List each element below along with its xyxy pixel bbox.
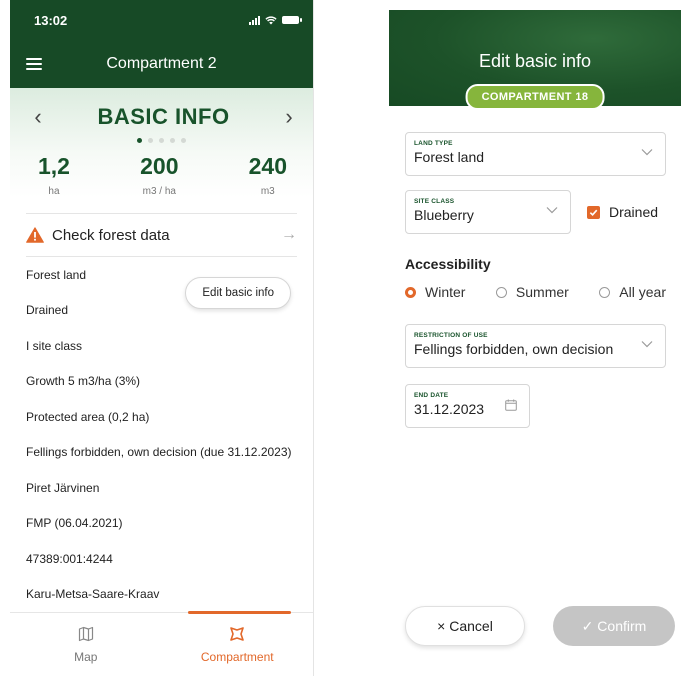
stat-value: 240 xyxy=(248,153,287,179)
warning-icon xyxy=(26,227,44,243)
map-icon xyxy=(78,626,93,641)
check-forest-data-label: Check forest data xyxy=(52,226,170,244)
land-type-select[interactable]: LAND TYPE Forest land xyxy=(405,132,666,176)
chevron-down-icon xyxy=(641,149,653,156)
end-date-field[interactable]: END DATE 31.12.2023 xyxy=(405,384,530,428)
tab-map[interactable]: Map xyxy=(10,613,162,676)
stats-row: 1,2 ha 200 m3 / ha 240 m3 xyxy=(10,153,313,197)
page-dot xyxy=(170,138,175,143)
radio-summer-label: Summer xyxy=(515,284,569,300)
end-date-label: END DATE xyxy=(414,392,449,399)
tab-map-label: Map xyxy=(74,649,98,664)
detail-item: 47389:001:4244 xyxy=(26,551,113,566)
restriction-of-use-select[interactable]: RESTRICTION OF USE Fellings forbidden, o… xyxy=(405,324,666,368)
basic-info-card: ‹ BASIC INFO › 1,2 ha 200 m3 / ha 240 m3 xyxy=(10,88,313,197)
cancel-button[interactable]: × Cancel xyxy=(405,606,525,646)
stat-volume: 240 m3 xyxy=(249,153,287,197)
drained-label: Drained xyxy=(609,204,659,220)
battery-icon xyxy=(282,16,302,24)
end-date-value: 31.12.2023 xyxy=(414,401,485,417)
page-dot xyxy=(181,138,186,143)
calendar-icon[interactable] xyxy=(505,399,517,411)
stat-value: 1,2 xyxy=(38,153,70,179)
detail-item: FMP (06.04.2021) xyxy=(26,516,123,531)
edit-form: LAND TYPE Forest land SITE CLASS Blueber… xyxy=(389,106,681,428)
radio-all-year-label: All year xyxy=(619,284,666,300)
arrow-right-icon: → xyxy=(281,226,297,243)
modal-header: Edit basic info COMPARTMENT 18 xyxy=(389,10,681,110)
wifi-icon xyxy=(265,15,277,24)
chevron-down-icon xyxy=(546,207,558,214)
stat-area: 1,2 ha xyxy=(38,153,70,197)
stat-unit: m3 xyxy=(260,186,275,197)
stat-unit: m3 / ha xyxy=(142,186,176,197)
stat-volume-per-ha: 200 m3 / ha xyxy=(140,153,178,197)
radio-unselected-icon xyxy=(599,286,611,298)
detail-item: Fellings forbidden, own decision (due 31… xyxy=(26,445,292,460)
status-bar: 13:02 xyxy=(10,0,313,40)
stat-unit: ha xyxy=(48,186,60,197)
site-class-label: SITE CLASS xyxy=(414,198,455,205)
next-arrow-icon[interactable]: › xyxy=(279,104,299,130)
modal-title: Edit basic info xyxy=(478,51,592,71)
radio-winter[interactable]: Winter xyxy=(405,284,465,300)
tab-compartment-label: Compartment xyxy=(200,649,274,664)
check-forest-data-row[interactable]: Check forest data → xyxy=(26,213,297,257)
restriction-label: RESTRICTION OF USE xyxy=(414,332,488,339)
edit-basic-info-screen: Edit basic info COMPARTMENT 18 LAND TYPE… xyxy=(389,10,681,658)
prev-arrow-icon[interactable]: ‹ xyxy=(28,104,48,130)
signal-icon xyxy=(249,15,260,25)
page-title: Compartment 2 xyxy=(106,55,217,72)
restriction-value: Fellings forbidden, own decision xyxy=(414,341,614,357)
drained-checkbox[interactable]: Drained xyxy=(587,204,658,220)
radio-selected-icon xyxy=(405,286,416,298)
menu-icon[interactable] xyxy=(26,58,42,70)
detail-item: Karu-Metsa-Saare-Kraav xyxy=(26,587,160,602)
page-dot xyxy=(137,138,142,143)
edit-basic-info-button[interactable]: Edit basic info xyxy=(185,277,291,309)
page-indicator xyxy=(10,138,313,143)
detail-item: Piret Järvinen xyxy=(26,480,100,495)
bottom-tab-bar: Map Compartment xyxy=(10,611,314,676)
stat-value: 200 xyxy=(140,153,179,179)
compartment-badge: COMPARTMENT 18 xyxy=(465,84,605,110)
accessibility-title: Accessibility xyxy=(405,256,491,272)
page-dot xyxy=(159,138,164,143)
land-type-label: LAND TYPE xyxy=(414,140,453,147)
accessibility-radio-group: Winter Summer All year xyxy=(405,284,666,300)
site-class-select[interactable]: SITE CLASS Blueberry xyxy=(405,190,571,234)
compartment-icon xyxy=(230,626,245,641)
radio-all-year[interactable]: All year xyxy=(599,284,666,300)
modal-actions: × Cancel ✓ Confirm xyxy=(405,606,675,646)
radio-unselected-icon xyxy=(495,286,507,298)
section-title: BASIC INFO xyxy=(97,104,230,129)
land-type-value: Forest land xyxy=(414,149,485,165)
status-time: 13:02 xyxy=(34,12,68,28)
radio-winter-label: Winter xyxy=(425,284,466,300)
detail-item: Protected area (0,2 ha) xyxy=(26,409,150,424)
radio-summer[interactable]: Summer xyxy=(495,284,569,300)
checkbox-checked-icon xyxy=(587,205,600,219)
detail-item: I site class xyxy=(26,338,83,353)
app-header: Compartment 2 xyxy=(10,40,313,88)
detail-item: Growth 5 m3/ha (3%) xyxy=(26,374,141,389)
tab-compartment[interactable]: Compartment xyxy=(162,611,314,676)
confirm-button[interactable]: ✓ Confirm xyxy=(553,606,675,646)
details-list: Forest land Drained I site class Growth 5 m… xyxy=(10,257,313,612)
chevron-down-icon xyxy=(641,341,653,348)
status-icons xyxy=(249,15,302,25)
compartment-screen: 13:02 Compartment 2 ‹ BASIC INFO › 1,2 h… xyxy=(10,0,314,676)
page-dot xyxy=(148,138,153,143)
site-class-value: Blueberry xyxy=(414,207,474,223)
